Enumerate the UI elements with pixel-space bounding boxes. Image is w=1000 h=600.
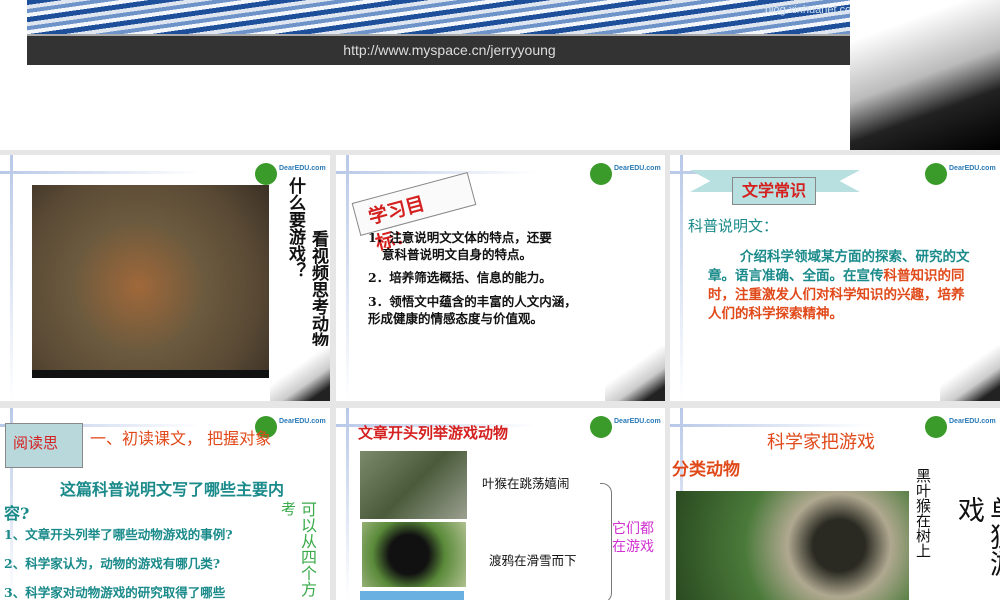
brace-label: 它们都在游戏 xyxy=(612,521,654,555)
flag-label: 阅读思 xyxy=(5,423,83,468)
langur-photo[interactable] xyxy=(360,451,467,519)
slide-thumbnail-2[interactable]: DearEDU.com 学习目标： 1．注意说明文文体的特点，还要 意科普说明文… xyxy=(336,155,665,401)
slide-thumbnail-3[interactable]: DearEDU.com 文学常识 科普说明文： 介绍科学领域某方面的探索、研究的… xyxy=(670,155,1000,401)
slide-title: 科学家把游戏 xyxy=(767,432,875,453)
question-list: 1、文章开头列举了哪些动物游戏的事例? 2、科学家认为，动物的游戏有哪几类? 3、科… xyxy=(4,527,233,600)
question: 这篇科普说明文写了哪些主要内容? xyxy=(4,480,285,523)
vertical-category: 单独游戏 xyxy=(953,496,1000,577)
side-text: 可以从四个方 xyxy=(298,501,317,597)
microscope-icon xyxy=(940,346,1000,401)
raven-photo[interactable] xyxy=(362,522,466,587)
slide-thumbnail-5[interactable]: DearEDU.com 文章开头列举游戏动物 叶猴在跳荡嬉闹 渡鸦在滑雪而下 它… xyxy=(336,408,665,600)
title-scroll: 学习目标： xyxy=(351,172,477,255)
logo: DearEDU.com xyxy=(925,416,996,438)
microscope-icon xyxy=(605,346,665,401)
caption: 叶猴在跳荡嬉闹 xyxy=(482,476,570,491)
vertical-caption: 黑叶猴在树上 xyxy=(914,468,932,558)
slide-preview-top[interactable]: blog.xinhuanet.com http://www.myspace.cn… xyxy=(0,0,1000,150)
side-text: 考 xyxy=(279,501,297,516)
slide-title: 文章开头列举游戏动物 xyxy=(358,424,509,442)
slide-subtitle: 分类动物 xyxy=(672,460,740,480)
microscope-icon xyxy=(270,346,330,401)
watermark: blog.xinhuanet.com xyxy=(765,4,861,16)
slide-thumbnail-4[interactable]: DearEDU.com 阅读思 一、初读课文， 把握对象 这篇科普说明文写了哪些… xyxy=(0,408,330,600)
url-bar: http://www.myspace.cn/jerryyoung xyxy=(27,34,872,65)
video-frame-foxes[interactable] xyxy=(32,185,269,378)
section-banner: 文学常识 xyxy=(732,177,816,205)
logo: DearEDU.com xyxy=(590,416,661,438)
slide-title: 一、初读课文， 把握对象 xyxy=(90,429,272,448)
slide-thumbnail-6[interactable]: DearEDU.com 科学家把游戏 分类动物 黑叶猴在树上 单独游戏 xyxy=(670,408,1000,600)
objectives-list: 1．注意说明文文体的特点，还要 意科普说明文自身的特点。 2．培养筛选概括、信息… xyxy=(368,230,577,326)
slide-thumbnail-1[interactable]: DearEDU.com 什么要游戏？ 看视频思考动物为 xyxy=(0,155,330,401)
logo: DearEDU.com xyxy=(925,163,996,185)
langur-in-tree-photo[interactable] xyxy=(676,491,909,600)
photo[interactable] xyxy=(360,591,464,600)
heading: 科普说明文： xyxy=(688,217,779,235)
caption: 渡鸦在滑雪而下 xyxy=(489,553,577,568)
microscope-image xyxy=(850,0,1000,150)
logo: DearEDU.com xyxy=(590,163,661,185)
vertical-text: 什么要游戏？ xyxy=(285,177,305,279)
definition-text: 介绍科学领域某方面的探索、研究的文章。语言准确、全面。在宣传科普知识的同时，注重… xyxy=(708,249,970,322)
